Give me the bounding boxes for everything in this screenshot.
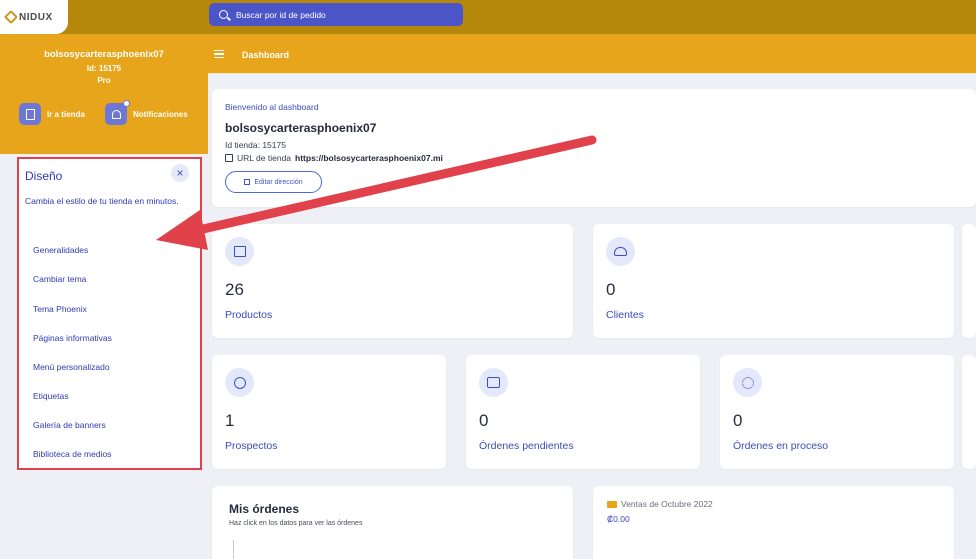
close-icon: × [176, 166, 184, 180]
sales-value: ₡0.00 [607, 514, 630, 524]
nidux-logo[interactable]: NIDUX [0, 0, 68, 34]
menu-icon[interactable] [214, 50, 224, 58]
logo-text: NIDUX [19, 11, 53, 23]
calculator-icon [19, 103, 41, 125]
store-url-label: URL de tienda [237, 153, 292, 163]
sales-header: Ventas de Octubre 2022 [607, 499, 713, 509]
stat-card-clients[interactable]: 0 Clientes [593, 224, 954, 338]
orders-card: Mis órdenes Haz click en los datos para … [212, 486, 573, 559]
sidebar-header: bolsosycarterasphoenix07 Id: 15175 Pro I… [0, 34, 208, 154]
design-menu-item[interactable]: Etiquetas [33, 391, 68, 401]
search-icon [219, 10, 228, 19]
package-icon [225, 237, 254, 266]
stat-value: 1 [225, 411, 235, 430]
design-menu-item[interactable]: Biblioteca de medios [33, 449, 111, 459]
sales-title: Ventas de Octubre 2022 [621, 499, 713, 509]
logo-icon [3, 9, 19, 25]
notifications-button[interactable]: Notificaciones [105, 100, 188, 125]
design-menu-item[interactable]: Generalidades [33, 245, 88, 255]
design-menu-item[interactable]: Galería de banners [33, 420, 106, 430]
design-menu-item[interactable]: Tema Phoenix [33, 304, 87, 314]
store-plan: Pro [97, 76, 111, 85]
store-name: bolsosycarterasphoenix07 [44, 49, 164, 60]
stat-label: Órdenes pendientes [479, 440, 574, 452]
prospect-icon [225, 368, 254, 397]
design-panel: Diseño × Cambia el estilo de tu tienda e… [17, 157, 202, 470]
inbox-icon [479, 368, 508, 397]
stat-value: 0 [733, 411, 743, 430]
orders-subtitle: Haz click en los datos para ver las órde… [229, 520, 363, 527]
design-panel-title: Diseño [25, 169, 63, 183]
stat-label: Productos [225, 309, 273, 321]
users-icon [606, 237, 635, 266]
notification-dot [123, 100, 130, 107]
stat-card-prospects[interactable]: 1 Prospectos [212, 355, 446, 469]
go-to-store-label: Ir a tienda [47, 109, 85, 119]
edit-address-label: Editar dirección [254, 178, 303, 186]
orders-title: Mis órdenes [229, 502, 300, 516]
stat-label: Prospectos [225, 440, 278, 452]
bell-icon [105, 100, 130, 125]
search-input[interactable] [236, 9, 436, 20]
stat-value: 26 [225, 280, 244, 299]
welcome-store-name: bolsosycarterasphoenix07 [225, 121, 377, 135]
stat-label: Órdenes en proceso [733, 440, 829, 452]
stat-card-partial [962, 224, 976, 338]
stat-card-partial [962, 355, 976, 469]
external-link-icon [225, 154, 233, 162]
orders-chart-axis[interactable] [233, 540, 234, 559]
top-bar: NIDUX [0, 0, 976, 34]
header-bar: Dashboard [208, 34, 976, 74]
edit-address-button[interactable]: Editar dirección [225, 171, 322, 193]
go-to-store-button[interactable]: Ir a tienda [19, 103, 85, 125]
welcome-title: Bienvenido al dashboard [225, 102, 319, 112]
welcome-card: Bienvenido al dashboard bolsosycarterasp… [212, 89, 976, 207]
welcome-store-id: Id tienda: 15175 [225, 140, 286, 150]
store-url-value[interactable]: https://bolsosycarterasphoenix07.mi [295, 153, 443, 163]
stat-value: 0 [479, 411, 489, 430]
design-menu-item[interactable]: Cambiar tema [33, 274, 86, 284]
store-url-tail: m [502, 153, 511, 163]
store-url: URL de tienda https://bolsosycarteraspho… [225, 153, 510, 163]
stat-label: Clientes [606, 309, 644, 321]
money-icon [607, 500, 617, 508]
store-id: Id: 15175 [86, 64, 122, 73]
process-icon [733, 368, 762, 397]
stat-value: 0 [606, 280, 616, 299]
header-divider [208, 72, 976, 74]
stat-card-processing-orders[interactable]: 0 Órdenes en proceso [720, 355, 954, 469]
sales-card: Ventas de Octubre 2022 ₡0.00 [593, 486, 954, 559]
design-menu-item[interactable]: Páginas informativas [33, 333, 112, 343]
stat-card-products[interactable]: 26 Productos [212, 224, 573, 338]
notifications-label: Notificaciones [133, 109, 188, 119]
design-menu-item[interactable]: Menú personalizado [33, 362, 110, 372]
edit-icon [244, 179, 251, 185]
page-title: Dashboard [242, 50, 290, 60]
search-bar[interactable] [209, 3, 463, 26]
close-button[interactable]: × [171, 164, 189, 182]
stat-card-pending-orders[interactable]: 0 Órdenes pendientes [466, 355, 700, 469]
design-panel-description: Cambia el estilo de tu tienda en minutos… [25, 196, 179, 206]
